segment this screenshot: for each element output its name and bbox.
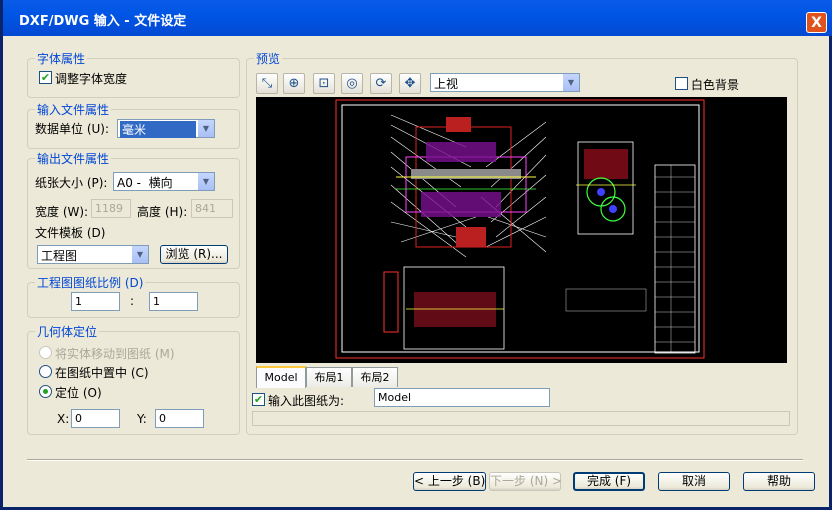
data-unit-select[interactable]: 毫米 ▼: [117, 119, 215, 138]
chevron-down-icon[interactable]: ▼: [197, 173, 214, 190]
progress-bar: [252, 411, 790, 426]
view-select[interactable]: 上视 ▼: [430, 73, 580, 92]
refresh-icon[interactable]: ⟳: [370, 73, 392, 94]
preview-title: 预览: [254, 50, 283, 67]
center-on-sheet-radio[interactable]: [39, 365, 52, 378]
dialog-window: DXF/DWG 输入 - 文件设定 X 字体属性 ✔ 调整字体宽度 输入文件属性…: [0, 0, 832, 510]
browse-button[interactable]: 浏览 (R)...: [160, 245, 228, 264]
font-properties-title: 字体属性: [35, 50, 88, 67]
center-on-sheet-label[interactable]: 在图纸中置中 (C): [55, 364, 149, 381]
pan-zoom-icon[interactable]: ⤡: [256, 73, 278, 94]
geometry-position-title: 几何体定位: [35, 323, 100, 340]
y-label: Y:: [137, 412, 147, 426]
next-button: 下一步 (N) >: [489, 472, 562, 491]
move-to-sheet-label: 将实体移动到图纸 (M): [55, 347, 175, 361]
template-select[interactable]: 工程图 ▼: [37, 245, 149, 264]
scale-separator: :: [130, 294, 135, 308]
scale-left-field[interactable]: 1: [71, 292, 120, 311]
position-radio[interactable]: [39, 385, 52, 398]
import-sheet-checkbox[interactable]: ✔: [252, 393, 265, 406]
scale-right-field[interactable]: 1: [149, 292, 198, 311]
drawing-scale-title: 工程图图纸比例 (D): [35, 274, 146, 291]
height-label: 高度 (H):: [137, 205, 188, 219]
move-to-sheet-radio: [39, 346, 52, 359]
import-sheet-label[interactable]: 输入此图纸为:: [268, 392, 344, 409]
white-background-checkbox[interactable]: [675, 77, 688, 90]
template-label: 文件模板 (D): [35, 226, 106, 240]
x-field[interactable]: 0: [71, 409, 120, 428]
window-title: DXF/DWG 输入 - 文件设定: [19, 14, 187, 29]
width-label: 宽度 (W):: [35, 205, 89, 219]
adjust-font-width-label[interactable]: 调整字体宽度: [55, 70, 127, 87]
height-field: 841: [191, 199, 233, 218]
import-sheet-name-field[interactable]: Model: [374, 388, 550, 407]
move-icon[interactable]: ✥: [399, 73, 421, 94]
tab-model[interactable]: Model: [256, 366, 306, 388]
finish-button[interactable]: 完成 (F): [573, 472, 645, 491]
template-value: 工程图: [41, 249, 78, 263]
data-unit-value: 毫米: [120, 121, 196, 138]
chevron-down-icon[interactable]: ▼: [131, 246, 148, 263]
paper-size-value: A0 - 横向: [117, 176, 173, 190]
drawing-preview[interactable]: [256, 97, 787, 363]
width-field: 1189: [91, 199, 131, 218]
chevron-down-icon[interactable]: ▼: [197, 120, 214, 137]
paper-size-select[interactable]: A0 - 横向 ▼: [113, 172, 215, 191]
view-value: 上视: [434, 77, 459, 91]
input-properties-title: 输入文件属性: [35, 101, 112, 118]
white-background-label[interactable]: 白色背景: [691, 76, 739, 93]
paper-size-label: 纸张大小 (P):: [35, 176, 108, 190]
zoom-fit-icon[interactable]: ◎: [341, 73, 363, 94]
y-field[interactable]: 0: [155, 409, 204, 428]
prev-button[interactable]: < 上一步 (B): [413, 472, 486, 491]
help-button[interactable]: 帮助: [743, 472, 815, 491]
output-properties-title: 输出文件属性: [35, 150, 112, 167]
zoom-window-icon[interactable]: ⊡: [313, 73, 335, 94]
x-label: X:: [57, 412, 70, 426]
chevron-down-icon[interactable]: ▼: [562, 74, 579, 91]
divider: [27, 459, 803, 461]
title-bar[interactable]: DXF/DWG 输入 - 文件设定 X: [3, 0, 832, 36]
data-unit-label: 数据单位 (U):: [35, 122, 110, 136]
drawing-preview-canvas: [335, 99, 705, 359]
tab-layout2[interactable]: 布局2: [352, 367, 398, 387]
close-button[interactable]: X: [806, 12, 827, 33]
zoom-in-icon[interactable]: ⊕: [283, 73, 305, 94]
position-label[interactable]: 定位 (O): [55, 384, 102, 401]
adjust-font-width-checkbox[interactable]: ✔: [39, 71, 52, 84]
tab-layout1[interactable]: 布局1: [306, 367, 352, 387]
cancel-button[interactable]: 取消: [658, 472, 730, 491]
